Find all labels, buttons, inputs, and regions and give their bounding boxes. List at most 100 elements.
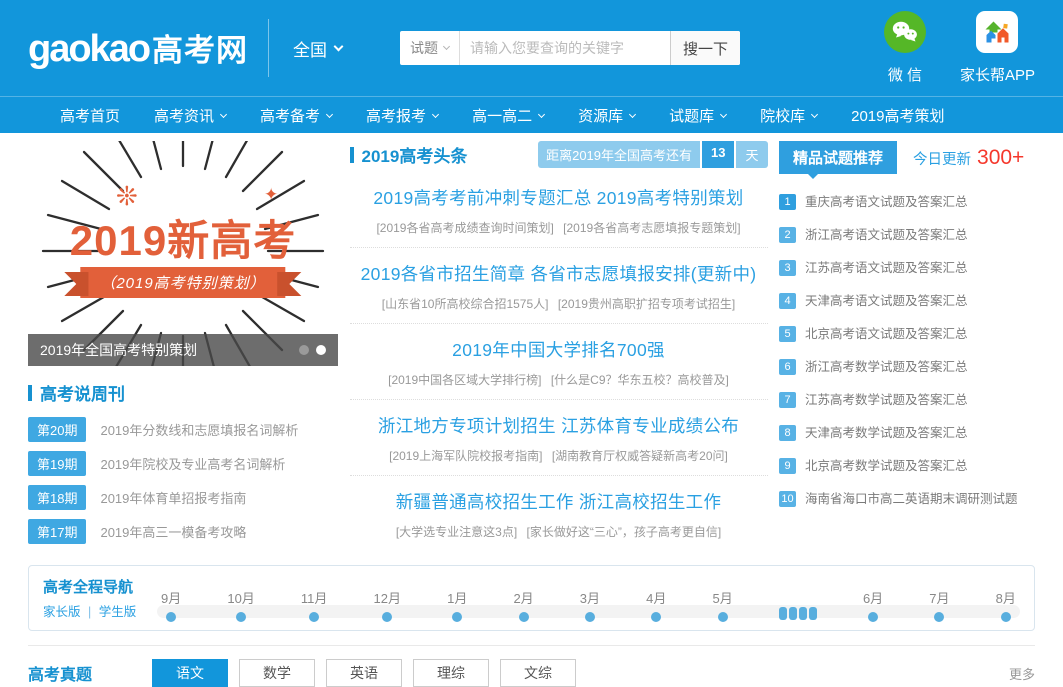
headline-link[interactable]: 2019高考考前冲刺专题汇总 2019高考特别策划 — [350, 185, 768, 210]
region-selector[interactable]: 全国 — [293, 36, 342, 61]
headline-sublink[interactable]: [家长做好这“三心”，孩子高考更自信] — [527, 525, 722, 539]
countdown-badge: 距离2019年全国高考还有 13 天 — [538, 141, 767, 168]
recommend-item[interactable]: 1 重庆高考语文试题及答案汇总 — [779, 194, 1035, 210]
version-divider: | — [88, 605, 91, 619]
event-marker[interactable] — [809, 607, 817, 620]
headline-sublink[interactable]: [2019贵州高职扩招专项考试招生] — [558, 297, 735, 311]
banner-ribbon: （2019高考特别策划） — [80, 267, 285, 298]
nav-item-resources[interactable]: 资源库 — [578, 105, 635, 126]
headline-sublink[interactable]: [什么是C9？华东五校？高校普及] — [551, 373, 729, 387]
weekly-section-title: 高考说周刊 — [28, 380, 338, 405]
recommend-item[interactable]: 3 江苏高考语文试题及答案汇总 — [779, 260, 1035, 276]
recommend-item[interactable]: 5 北京高考语文试题及答案汇总 — [779, 326, 1035, 342]
jiazhangbang-app-link[interactable]: 家长帮APP — [960, 11, 1035, 85]
timeline-month-sep[interactable]: 9月 — [161, 588, 181, 622]
headline-sublink[interactable]: [山东省10所高校综合招1575人] — [382, 297, 549, 311]
timeline-month-may[interactable]: 5月 — [712, 588, 732, 622]
rank-badge: 1 — [779, 194, 796, 210]
headline-link[interactable]: 浙江地方专项计划招生 江苏体育专业成绩公布 — [350, 413, 768, 438]
event-marker[interactable] — [779, 607, 787, 620]
rank-badge: 10 — [779, 491, 796, 507]
more-link[interactable]: 更多 — [1009, 664, 1035, 683]
headline-sublink[interactable]: [2019各省高考成绩查询时间策划] — [376, 221, 553, 235]
event-marker[interactable] — [799, 607, 807, 620]
paper-tab-chinese[interactable]: 语文 — [152, 659, 228, 687]
headline-sublink[interactable]: [湖南教育厅权威答疑新高考20问] — [552, 449, 728, 463]
timeline-month-aug[interactable]: 8月 — [996, 588, 1016, 622]
promo-banner[interactable]: ❊ ✦ 2019新高考 （2019高考特别策划） 2019年全国高考特别策划 — [28, 141, 338, 366]
recommend-item[interactable]: 8 天津高考数学试题及答案汇总 — [779, 425, 1035, 441]
headline-sublink[interactable]: [2019中国各区域大学排行榜] — [388, 373, 541, 387]
timeline-month-mar[interactable]: 3月 — [580, 588, 600, 622]
weekly-item[interactable]: 第20期 2019年分数线和志愿填报名词解析 — [28, 417, 338, 442]
main-nav: 高考首页 高考资讯 高考备考 高考报考 高一高二 资源库 试题库 院校库 201… — [0, 96, 1063, 133]
paper-tab-math[interactable]: 数学 — [239, 659, 315, 687]
rank-badge: 4 — [779, 293, 796, 309]
nav-item-apply[interactable]: 高考报考 — [366, 105, 438, 126]
recommend-item[interactable]: 4 天津高考语文试题及答案汇总 — [779, 293, 1035, 309]
timeline-month-jan[interactable]: 1月 — [447, 588, 467, 622]
month-dot — [382, 612, 392, 622]
headline-sublink[interactable]: [2019各省高考志愿填报专题策划] — [563, 221, 740, 235]
paper-tab-english[interactable]: 英语 — [326, 659, 402, 687]
recommend-item[interactable]: 10 海南省海口市高二英语期末调研测试题 — [779, 491, 1035, 507]
timeline-month-oct[interactable]: 10月 — [227, 588, 254, 622]
chevron-down-icon — [629, 110, 636, 117]
timeline-month-apr[interactable]: 4月 — [646, 588, 666, 622]
recommend-item[interactable]: 7 江苏高考数学试题及答案汇总 — [779, 392, 1035, 408]
nav-item-colleges[interactable]: 院校库 — [760, 105, 817, 126]
weekly-item[interactable]: 第19期 2019年院校及专业高考名词解析 — [28, 451, 338, 476]
nav-item-prep[interactable]: 高考备考 — [260, 105, 332, 126]
headline-link[interactable]: 2019年中国大学排名700强 — [350, 337, 768, 362]
nav-item-questions[interactable]: 试题库 — [669, 105, 726, 126]
banner-caption-bar: 2019年全国高考特别策划 — [28, 334, 338, 366]
month-dot — [868, 612, 878, 622]
headline-link[interactable]: 新疆普通高校招生工作 浙江高校招生工作 — [350, 489, 768, 514]
weekly-item[interactable]: 第17期 2019年高三一模备考攻略 — [28, 519, 338, 544]
search-input[interactable] — [460, 31, 670, 65]
headline-sublink[interactable]: [2019上海军队院校报考指南] — [389, 449, 542, 463]
timeline-month-jul[interactable]: 7月 — [929, 588, 949, 622]
timeline-month-nov[interactable]: 11月 — [301, 588, 328, 622]
weekly-section: 高考说周刊 第20期 2019年分数线和志愿填报名词解析 第19期 2019年院… — [28, 380, 338, 544]
timeline-month-dec[interactable]: 12月 — [374, 588, 401, 622]
site-logo[interactable]: gaokao 高考网 — [28, 25, 248, 71]
logo-text-en: gaokao — [28, 28, 149, 71]
parent-version-link[interactable]: 家长版 — [43, 605, 81, 619]
timeline-month-jun[interactable]: 6月 — [863, 588, 883, 622]
logo-divider — [268, 19, 269, 77]
weekly-item[interactable]: 第18期 2019年体育单招报考指南 — [28, 485, 338, 510]
headline-link[interactable]: 2019各省市招生简章 各省市志愿填报安排(更新中) — [350, 261, 768, 286]
section-bar — [28, 385, 32, 401]
recommend-item[interactable]: 2 浙江高考语文试题及答案汇总 — [779, 227, 1035, 243]
wechat-label: 微 信 — [888, 64, 922, 85]
headline-sublink[interactable]: [大学选专业注意这3点] — [396, 525, 517, 539]
wechat-link[interactable]: 微 信 — [884, 11, 926, 85]
top-header: gaokao 高考网 全国 试题 搜一下 — [0, 0, 1063, 96]
event-marker[interactable] — [789, 607, 797, 620]
rank-badge: 7 — [779, 392, 796, 408]
chevron-down-icon — [432, 110, 439, 117]
search-button[interactable]: 搜一下 — [670, 31, 740, 65]
headline-group: 2019高考考前冲刺专题汇总 2019高考特别策划 [2019各省高考成绩查询时… — [350, 172, 768, 247]
timeline-event-cluster — [779, 605, 817, 622]
paper-tab-science[interactable]: 理综 — [413, 659, 489, 687]
nav-item-grade12[interactable]: 高一高二 — [472, 105, 544, 126]
search-bar: 试题 搜一下 — [400, 31, 740, 65]
nav-item-2019-special[interactable]: 2019高考策划 — [851, 105, 944, 126]
headline-group: 浙江地方专项计划招生 江苏体育专业成绩公布 [2019上海军队院校报考指南] [… — [350, 399, 768, 475]
timeline-month-feb[interactable]: 2月 — [513, 588, 533, 622]
chevron-down-icon — [443, 42, 450, 49]
nav-item-home[interactable]: 高考首页 — [60, 105, 120, 126]
student-version-link[interactable]: 学生版 — [99, 605, 137, 619]
recommend-item[interactable]: 6 浙江高考数学试题及答案汇总 — [779, 359, 1035, 375]
countdown-days: 13 — [702, 141, 734, 168]
search-category-select[interactable]: 试题 — [400, 31, 460, 65]
carousel-dot-1[interactable] — [299, 345, 309, 355]
recommend-tab[interactable]: 精品试题推荐 — [779, 141, 897, 174]
nav-item-news[interactable]: 高考资讯 — [154, 105, 226, 126]
carousel-dot-2[interactable] — [316, 345, 326, 355]
recommend-item[interactable]: 9 北京高考数学试题及答案汇总 — [779, 458, 1035, 474]
banner-caption-text: 2019年全国高考特别策划 — [40, 340, 197, 360]
paper-tab-liberal-arts[interactable]: 文综 — [500, 659, 576, 687]
